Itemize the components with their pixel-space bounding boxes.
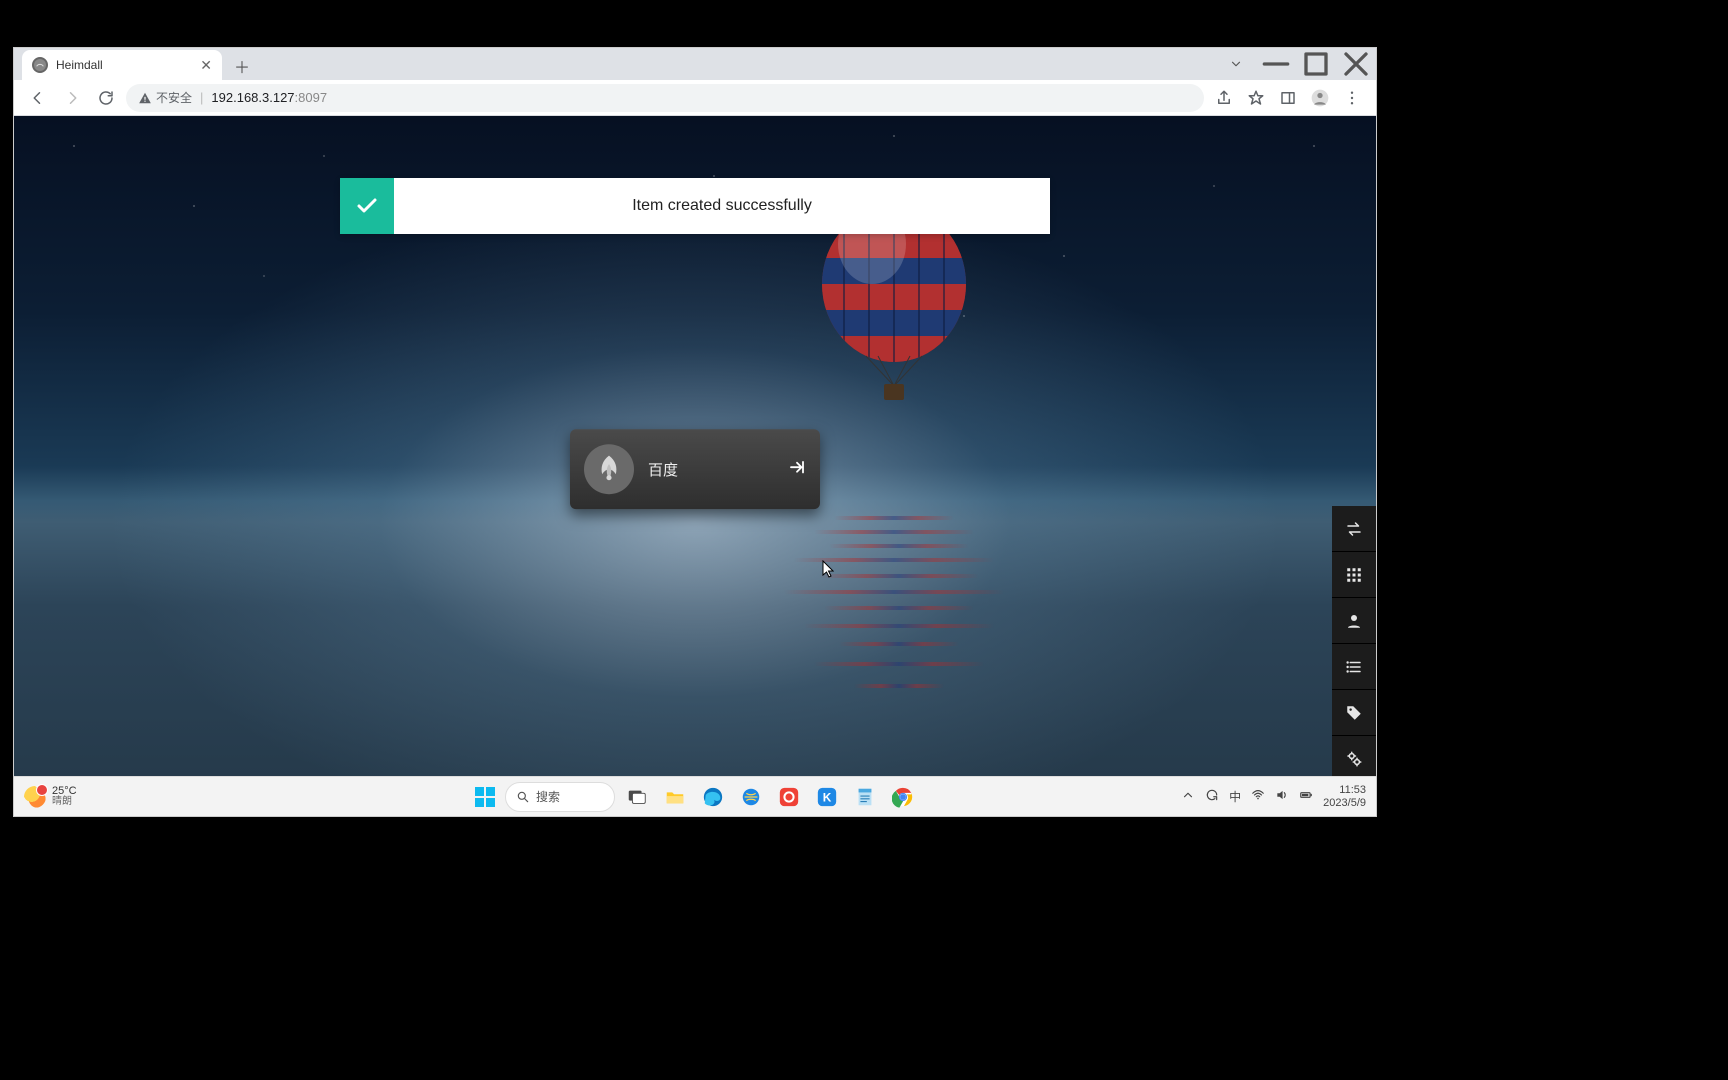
tray-date: 2023/5/9 — [1323, 797, 1366, 809]
taskbar-search[interactable]: 搜索 — [505, 782, 615, 812]
app-blue-k-button[interactable]: K — [811, 781, 843, 813]
goto-icon[interactable] — [788, 458, 806, 481]
browser-window: Heimdall ✕ ＋ — [14, 48, 1376, 816]
minimize-button[interactable] — [1256, 48, 1296, 80]
page-content: Item created successfully 百度 — [14, 116, 1376, 816]
kebab-menu-button[interactable] — [1338, 84, 1366, 112]
edge-button[interactable] — [697, 781, 729, 813]
tab-close-icon[interactable]: ✕ — [200, 57, 212, 74]
app-red-button[interactable] — [773, 781, 805, 813]
weather-icon — [24, 786, 46, 808]
svg-text:K: K — [823, 790, 832, 804]
sidenav-list-button[interactable] — [1332, 644, 1376, 690]
browser-tab[interactable]: Heimdall ✕ — [22, 50, 222, 80]
url-host: 192.168.3.127 — [211, 90, 294, 105]
app-tile-baidu[interactable]: 百度 — [570, 429, 820, 509]
start-button[interactable] — [471, 783, 499, 811]
share-button[interactable] — [1210, 84, 1238, 112]
sidepanel-button[interactable] — [1274, 84, 1302, 112]
app-tile-label: 百度 — [648, 459, 774, 480]
sidenav-apps-button[interactable] — [1332, 552, 1376, 598]
toolbar-right — [1210, 84, 1366, 112]
insecure-indicator[interactable]: 不安全 — [138, 89, 192, 106]
tray-sync-icon[interactable] — [1205, 788, 1219, 805]
check-icon — [340, 178, 394, 234]
tray-clock[interactable]: 11:53 2023/5/9 — [1323, 784, 1366, 808]
nav-reload-button[interactable] — [92, 84, 120, 112]
new-tab-button[interactable]: ＋ — [228, 52, 256, 80]
maximize-button[interactable] — [1296, 48, 1336, 80]
omnibox-divider: | — [200, 90, 203, 105]
toast-message: Item created successfully — [394, 178, 1050, 234]
address-bar: 不安全 | 192.168.3.127:8097 — [14, 80, 1376, 116]
window-close-button[interactable] — [1336, 48, 1376, 80]
omnibox[interactable]: 不安全 | 192.168.3.127:8097 — [126, 84, 1204, 112]
window-controls — [1216, 48, 1376, 80]
balloon-decoration — [814, 206, 974, 416]
tab-search-button[interactable] — [1216, 48, 1256, 80]
insecure-label: 不安全 — [156, 89, 192, 106]
tray-chevron-icon[interactable] — [1181, 788, 1195, 805]
sidenav-users-button[interactable] — [1332, 598, 1376, 644]
heimdall-sidenav — [1332, 506, 1376, 782]
sidenav-switch-button[interactable] — [1332, 506, 1376, 552]
taskbar-center: 搜索 K — [471, 781, 919, 813]
success-toast: Item created successfully — [340, 178, 1050, 234]
omnibox-url: 192.168.3.127:8097 — [211, 90, 327, 105]
heimdall-app-icon — [584, 444, 634, 494]
weather-desc: 晴朗 — [52, 797, 77, 807]
url-port: :8097 — [295, 90, 328, 105]
nav-back-button[interactable] — [24, 84, 52, 112]
tray-wifi-icon[interactable] — [1251, 788, 1265, 805]
weather-text: 25°C 晴朗 — [52, 786, 77, 807]
file-explorer-button[interactable] — [659, 781, 691, 813]
tray-time: 11:53 — [1323, 784, 1366, 796]
bookmark-button[interactable] — [1242, 84, 1270, 112]
windows-taskbar: 25°C 晴朗 搜索 K — [14, 776, 1376, 816]
sidenav-tags-button[interactable] — [1332, 690, 1376, 736]
tab-title: Heimdall — [56, 58, 192, 72]
task-view-button[interactable] — [621, 781, 653, 813]
tray-ime-indicator[interactable]: 中 — [1229, 788, 1241, 805]
chrome-button[interactable] — [887, 781, 919, 813]
tab-favicon-icon — [32, 57, 48, 73]
tab-strip: Heimdall ✕ ＋ — [14, 48, 1376, 80]
tray-battery-icon[interactable] — [1299, 788, 1313, 805]
system-tray: 中 11:53 2023/5/9 — [1171, 784, 1376, 808]
ie-button[interactable] — [735, 781, 767, 813]
taskbar-weather[interactable]: 25°C 晴朗 — [14, 786, 87, 808]
nav-forward-button[interactable] — [58, 84, 86, 112]
tray-volume-icon[interactable] — [1275, 788, 1289, 805]
mouse-cursor-icon — [822, 560, 834, 578]
taskbar-search-label: 搜索 — [536, 788, 560, 805]
notepad-button[interactable] — [849, 781, 881, 813]
water-reflection — [774, 516, 1014, 736]
profile-button[interactable] — [1306, 84, 1334, 112]
